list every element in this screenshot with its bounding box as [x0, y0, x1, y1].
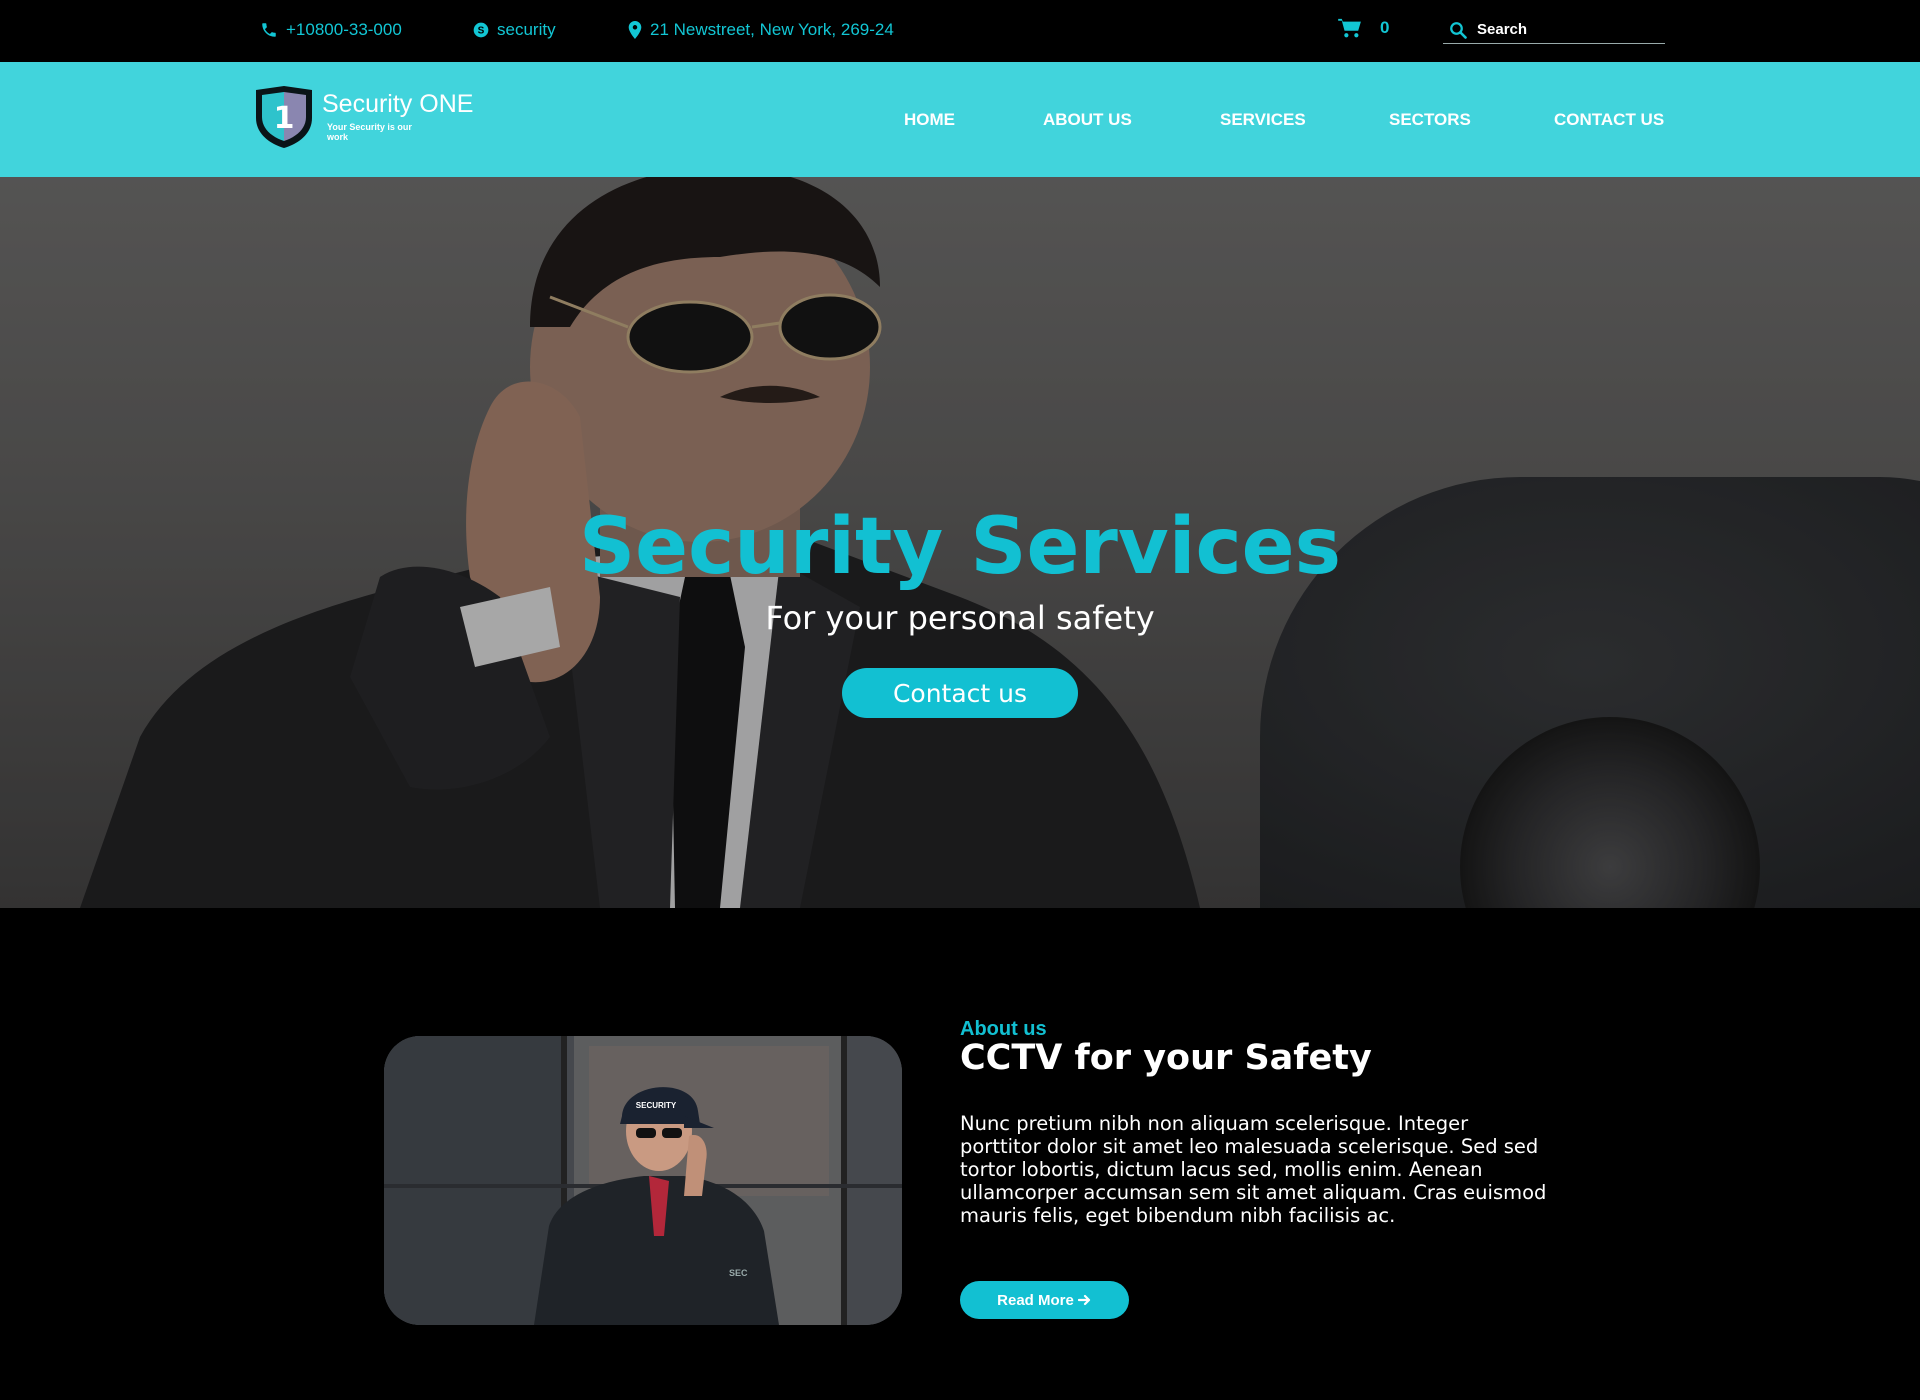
shopping-cart-icon: [1338, 18, 1361, 38]
jacket-label: SEC: [729, 1268, 748, 1278]
search-box: [1443, 16, 1665, 44]
arrow-right-icon: [1077, 1294, 1090, 1306]
logo-badge-number: 1: [274, 101, 295, 136]
nav-about-us[interactable]: ABOUT US: [1043, 110, 1132, 130]
about-guard-image: SECURITY SEC: [384, 1036, 902, 1325]
about-section: SECURITY SEC About us CCTV for your Safe…: [0, 908, 1920, 1400]
cart-count: 0: [1380, 18, 1390, 37]
skype-handle: security: [497, 20, 556, 39]
read-more-button[interactable]: Read More: [960, 1281, 1129, 1319]
nav-home[interactable]: HOME: [904, 110, 955, 130]
map-marker-icon: [628, 21, 642, 39]
hero-section: Security Services For your personal safe…: [0, 177, 1920, 908]
skype-icon: S: [473, 22, 489, 38]
contact-phone[interactable]: +10800-33-000: [260, 20, 402, 40]
logo-tagline: Your Security is our work: [327, 122, 412, 142]
site-logo[interactable]: 1 Security ONE Your Security is our work: [252, 84, 512, 154]
cap-label: SECURITY: [636, 1101, 677, 1110]
main-navbar: 1 Security ONE Your Security is our work…: [0, 62, 1920, 177]
nav-contact-us[interactable]: CONTACT US: [1554, 110, 1664, 130]
cart-button[interactable]: 0: [1338, 18, 1389, 38]
about-body-text: Nunc pretium nibh non aliquam scelerisqu…: [960, 1112, 1547, 1227]
contact-skype[interactable]: S security: [473, 20, 556, 40]
search-icon[interactable]: [1449, 21, 1467, 39]
phone-number: +10800-33-000: [286, 20, 402, 39]
top-bar: +10800-33-000 S security 21 Newstreet, N…: [0, 0, 1920, 62]
contact-address[interactable]: 21 Newstreet, New York, 269-24: [628, 20, 894, 40]
about-title: CCTV for your Safety: [960, 1038, 1372, 1078]
contact-us-button[interactable]: Contact us: [842, 668, 1078, 718]
read-more-label: Read More: [997, 1291, 1074, 1309]
address-text: 21 Newstreet, New York, 269-24: [650, 20, 894, 39]
nav-sectors[interactable]: SECTORS: [1389, 110, 1471, 130]
svg-text:S: S: [478, 25, 485, 36]
nav-services[interactable]: SERVICES: [1220, 110, 1306, 130]
hero-subtitle: For your personal safety: [765, 599, 1155, 637]
guard-illustration: SECURITY SEC: [384, 1036, 902, 1325]
hero-title: Security Services: [578, 502, 1342, 592]
shield-logo-icon: 1: [256, 86, 312, 148]
search-input[interactable]: [1477, 21, 1657, 38]
logo-brand-name: Security ONE: [322, 90, 474, 118]
phone-icon: [262, 23, 276, 37]
